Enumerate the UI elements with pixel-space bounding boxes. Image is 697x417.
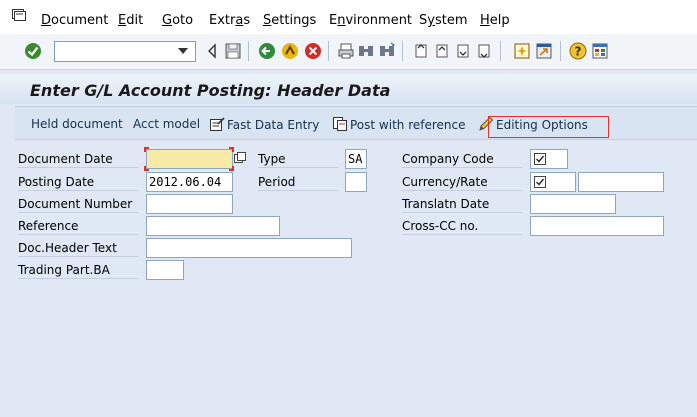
reference-field[interactable]: [146, 216, 280, 236]
new-session-icon[interactable]: [513, 42, 531, 60]
menu-extras[interactable]: Extras: [209, 13, 250, 29]
posting-date-label: Posting Date: [18, 174, 138, 191]
find-icon[interactable]: [357, 42, 375, 60]
menu-system[interactable]: System: [419, 13, 468, 29]
document-number-field[interactable]: [146, 194, 233, 214]
toolbar-separator: [560, 41, 561, 61]
print-icon[interactable]: [337, 42, 355, 60]
toolbar-separator: [328, 41, 329, 61]
company-code-label: Company Code: [402, 151, 522, 168]
post-with-reference-label: Post with reference: [350, 118, 466, 132]
svg-text:?: ?: [575, 45, 582, 59]
page-title: Enter G/L Account Posting: Header Data: [30, 81, 391, 100]
cancel-icon[interactable]: [304, 42, 322, 60]
last-page-icon[interactable]: [475, 42, 493, 60]
menu-bar: Document Edit Goto Extras Settings Envir…: [0, 0, 697, 34]
command-dropdown-icon[interactable]: [178, 48, 188, 54]
company-code-field[interactable]: [530, 149, 568, 169]
menu-environment[interactable]: Environment: [329, 13, 412, 29]
next-page-icon[interactable]: [454, 42, 472, 60]
focus-corner: [144, 147, 149, 152]
cross-cc-no-field[interactable]: [530, 216, 664, 236]
trading-part-ba-field[interactable]: [146, 260, 184, 280]
period-field[interactable]: [345, 172, 367, 192]
toolbar-separator: [248, 41, 249, 61]
post-with-reference-button[interactable]: Post with reference: [332, 116, 466, 133]
fast-data-entry-label: Fast Data Entry: [227, 118, 320, 132]
system-menu-icon[interactable]: [12, 9, 26, 21]
checkbox-checked-icon: [534, 153, 546, 165]
currency-rate-label: Currency/Rate: [402, 174, 522, 191]
acct-model-label: Acct model: [133, 117, 201, 131]
doc-header-text-field[interactable]: [146, 238, 352, 258]
menu-settings[interactable]: Settings: [263, 13, 316, 29]
checkbox-checked-icon: [534, 176, 546, 188]
document-date-field[interactable]: [146, 149, 233, 169]
held-document-button[interactable]: Held document: [31, 116, 123, 132]
exchange-rate-field[interactable]: [578, 172, 664, 192]
customize-layout-icon[interactable]: [591, 42, 609, 60]
focus-corner: [229, 166, 234, 171]
save-icon[interactable]: [224, 42, 242, 60]
translatn-date-field[interactable]: [530, 194, 616, 214]
translatn-date-label: Translatn Date: [402, 196, 522, 213]
shortcut-icon[interactable]: [535, 42, 553, 60]
doc-header-text-label: Doc.Header Text: [18, 240, 138, 257]
editing-options-highlight: [488, 116, 609, 138]
standard-toolbar: ?: [0, 34, 697, 70]
previous-page-icon[interactable]: [433, 42, 451, 60]
menu-goto[interactable]: Goto: [162, 13, 193, 29]
currency-field[interactable]: [530, 172, 576, 192]
document-date-label: Document Date: [18, 151, 138, 168]
toolbar-separator: [402, 41, 403, 61]
fast-data-entry-button[interactable]: Fast Data Entry: [209, 116, 319, 133]
help-icon[interactable]: ?: [569, 42, 587, 60]
back-arrow-icon[interactable]: [204, 42, 222, 60]
exit-icon[interactable]: [281, 42, 299, 60]
title-bar: Enter G/L Account Posting: Header Data: [0, 74, 697, 104]
posting-date-field[interactable]: 2012.06.04: [146, 172, 233, 192]
type-field[interactable]: SA: [345, 149, 367, 169]
application-toolbar: Held document Acct model Fast Data Entry…: [15, 106, 697, 140]
back-icon[interactable]: [258, 42, 276, 60]
cross-cc-no-label: Cross-CC no.: [402, 218, 522, 235]
fast-data-entry-icon: [210, 117, 225, 131]
reference-label: Reference: [18, 218, 138, 235]
focus-corner: [144, 166, 149, 171]
document-number-label: Document Number: [18, 196, 138, 213]
acct-model-button[interactable]: Acct model: [133, 116, 200, 132]
trading-part-ba-label: Trading Part.BA: [18, 262, 138, 279]
held-document-label: Held document: [31, 117, 123, 131]
header-data-form: Document Date Posting Date 2012.06.04 Do…: [15, 146, 697, 417]
period-label: Period: [258, 174, 338, 191]
menu-edit[interactable]: Edit: [118, 13, 143, 29]
menu-document[interactable]: Document: [41, 13, 108, 29]
first-page-icon[interactable]: [412, 42, 430, 60]
command-field[interactable]: [54, 41, 196, 62]
calendar-help-icon[interactable]: [234, 152, 246, 164]
find-next-icon[interactable]: [378, 42, 396, 60]
menu-help[interactable]: Help: [480, 13, 510, 29]
type-label: Type: [258, 151, 338, 168]
toolbar-separator: [500, 41, 501, 61]
post-with-reference-icon: [333, 117, 347, 131]
enter-checkmark-icon[interactable]: [24, 42, 42, 60]
